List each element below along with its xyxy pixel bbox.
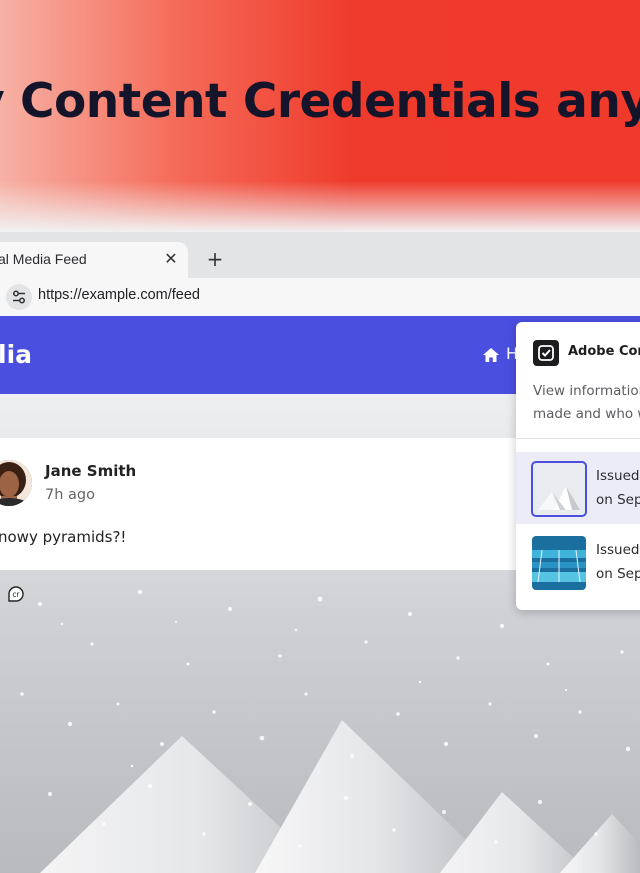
popup-description-line: View information — [533, 383, 640, 399]
popup-title: Adobe Con — [568, 344, 640, 359]
tune-icon[interactable] — [6, 284, 32, 310]
credential-thumbnail — [531, 461, 587, 517]
cr-icon[interactable]: cr — [7, 585, 25, 603]
post-time: 7h ago — [45, 487, 95, 503]
home-icon[interactable] — [482, 346, 500, 364]
credential-issuer: Issued I — [596, 468, 640, 484]
browser-tab-strip: al Media Feed ✕ + — [0, 232, 640, 278]
credential-thumbnail — [532, 536, 586, 590]
credential-item[interactable]: Issued I on Sep — [516, 526, 640, 598]
checkmark-badge-icon — [533, 340, 559, 366]
credential-item[interactable]: Issued I on Sep — [516, 452, 640, 524]
url-input[interactable]: https://example.com/feed — [38, 287, 200, 303]
popup-description: View information made and who w — [533, 380, 640, 426]
credential-issuer: Issued I — [596, 542, 640, 558]
post-author[interactable]: Jane Smith — [45, 462, 136, 480]
svg-text:cr: cr — [12, 590, 20, 599]
close-icon[interactable]: ✕ — [162, 250, 180, 268]
hero-banner: v Content Credentials anyw — [0, 0, 640, 232]
address-bar: https://example.com/feed — [0, 278, 640, 316]
post-card: Jane Smith 7h ago nowy pyramids?! — [0, 438, 520, 570]
avatar[interactable] — [0, 460, 32, 506]
browser-tab[interactable]: al Media Feed ✕ — [0, 242, 188, 278]
post-text: nowy pyramids?! — [0, 528, 127, 546]
hero-title: v Content Credentials anyw — [0, 74, 640, 129]
tab-title: al Media Feed — [0, 251, 87, 267]
divider — [516, 438, 640, 439]
content-credentials-popup: Adobe Con View information made and who … — [516, 322, 640, 610]
credential-date: on Sep — [596, 492, 640, 508]
app-brand[interactable]: lia — [0, 340, 32, 369]
credential-date: on Sep — [596, 566, 640, 582]
popup-description-line: made and who w — [533, 406, 640, 422]
new-tab-button[interactable]: + — [204, 248, 226, 270]
